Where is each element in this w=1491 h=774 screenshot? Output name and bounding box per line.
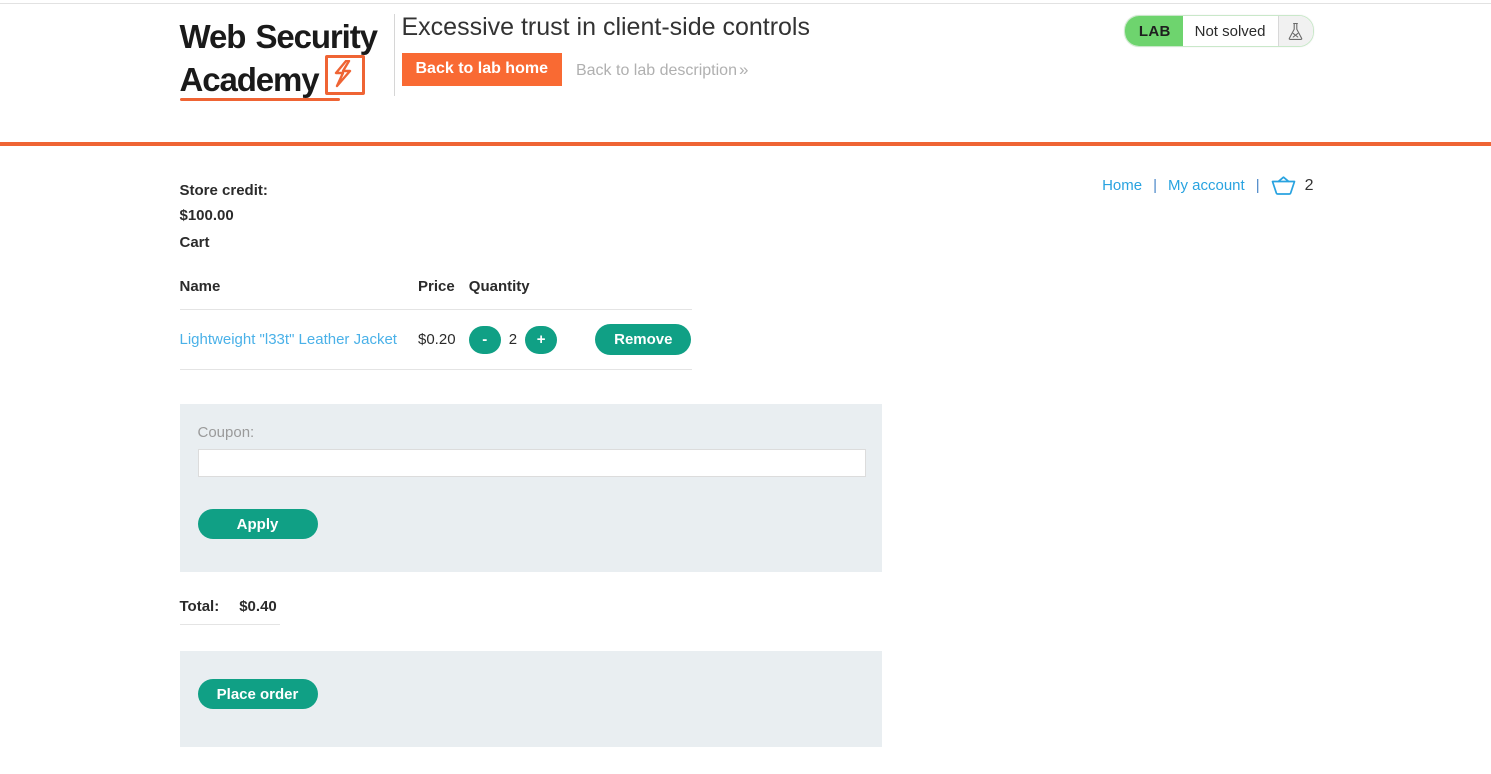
cart-total: Total: $0.40 — [179, 598, 280, 625]
increment-quantity-button[interactable]: + — [525, 325, 558, 354]
lab-status-widget[interactable]: LAB Not solved — [1123, 15, 1314, 47]
coupon-input[interactable] — [197, 449, 866, 477]
header-vertical-divider — [393, 14, 395, 96]
total-value: $0.40 — [239, 598, 277, 615]
logo-line-one: Web Security — [180, 18, 385, 55]
back-to-lab-description-link[interactable]: Back to lab description» — [576, 60, 748, 80]
column-header-quantity: Quantity — [468, 278, 692, 310]
decrement-quantity-button[interactable]: - — [468, 325, 501, 354]
logo-text-web: Web — [179, 18, 247, 55]
logo-text-security: Security — [255, 18, 378, 55]
web-security-academy-logo[interactable]: Web Security Academy — [179, 18, 385, 101]
column-header-price: Price — [418, 278, 469, 310]
item-name-link[interactable]: Lightweight "l33t" Leather Jacket — [180, 331, 397, 348]
table-row: Lightweight "l33t" Leather Jacket $0.20 … — [179, 309, 692, 370]
shop-navigation: Home | My account | 2 — [1102, 176, 1314, 195]
back-to-lab-description-label: Back to lab description — [575, 61, 737, 79]
flask-not-solved-icon[interactable] — [1277, 16, 1313, 46]
coupon-panel: Coupon: Apply — [179, 404, 882, 572]
nav-separator-2: | — [1255, 177, 1260, 194]
cell-item-price: $0.20 — [418, 309, 469, 370]
cart-table-header-row: Name Price Quantity — [179, 278, 692, 310]
main-content: Home | My account | 2 Store credit: $100… — [0, 146, 1491, 774]
nav-link-my-account[interactable]: My account — [1168, 177, 1245, 194]
logo-underline — [179, 98, 340, 101]
lab-status-tag: LAB — [1124, 16, 1183, 46]
lightning-bolt-glyph — [334, 60, 351, 88]
cell-item-name: Lightweight "l33t" Leather Jacket — [179, 309, 418, 370]
cart-table: Name Price Quantity Lightweight "l33t" L… — [179, 278, 692, 370]
header-inner: Web Security Academy Excessive trust in … — [166, 4, 1326, 142]
cart-table-body: Lightweight "l33t" Leather Jacket $0.20 … — [179, 309, 692, 370]
column-header-name: Name — [179, 278, 418, 310]
nav-separator-1: | — [1153, 177, 1157, 194]
logo-text-academy: Academy — [179, 61, 320, 98]
nav-link-home[interactable]: Home — [1102, 177, 1142, 194]
basket-count: 2 — [1304, 176, 1314, 194]
place-order-button[interactable]: Place order — [197, 679, 318, 709]
basket-link[interactable]: 2 — [1271, 176, 1314, 195]
quantity-stepper: - 2 + Remove — [468, 324, 692, 355]
cart-table-head: Name Price Quantity — [179, 278, 692, 310]
store-credit: Store credit: $100.00 — [180, 178, 268, 228]
cart-heading: Cart — [179, 234, 210, 251]
flask-glyph — [1288, 22, 1303, 40]
store-credit-value: $100.00 — [179, 207, 234, 224]
cell-item-quantity: - 2 + Remove — [468, 309, 692, 370]
store-credit-label: Store credit: — [179, 182, 268, 199]
lab-links: Back to lab home Back to lab description… — [401, 53, 748, 86]
coupon-label: Coupon: — [197, 424, 255, 441]
back-to-lab-home-button[interactable]: Back to lab home — [401, 53, 562, 86]
page-root: Web Security Academy Excessive trust in … — [0, 0, 1491, 774]
apply-coupon-button[interactable]: Apply — [197, 509, 318, 539]
remove-item-button[interactable]: Remove — [595, 324, 692, 355]
lightning-bolt-icon — [324, 55, 365, 95]
page-title: Excessive trust in client-side controls — [401, 13, 810, 41]
status-badge: Not solved — [1182, 16, 1278, 46]
content-inner: Home | My account | 2 Store credit: $100… — [166, 146, 1326, 774]
logo-line-two: Academy — [180, 55, 385, 98]
academy-header: Web Security Academy Excessive trust in … — [0, 4, 1491, 142]
basket-icon — [1271, 176, 1295, 195]
chevron-right-icon: » — [738, 59, 749, 79]
quantity-value: 2 — [508, 331, 518, 348]
place-order-panel: Place order — [179, 651, 882, 747]
total-label: Total: — [179, 598, 220, 615]
